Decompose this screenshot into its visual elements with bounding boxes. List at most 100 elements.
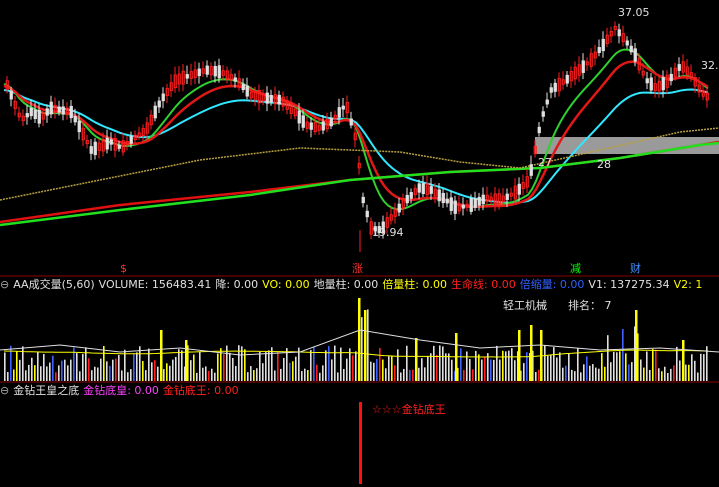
volume-spike [530, 325, 533, 381]
volume-bar [574, 371, 576, 381]
volume-bar [298, 347, 300, 381]
candle-body [337, 107, 341, 118]
volume-bar [592, 364, 594, 381]
volume-bar [43, 354, 45, 381]
volume-bar [397, 349, 399, 381]
volume-bar [463, 369, 465, 381]
volume-field: V1: 137275.34 [588, 278, 670, 291]
collapse-icon[interactable]: ⊖ [0, 384, 9, 397]
volume-bar [202, 367, 204, 381]
collapse-icon[interactable]: ⊖ [0, 278, 9, 291]
candle-body [601, 38, 605, 52]
volume-bar [508, 350, 510, 381]
candle-body [545, 99, 549, 105]
volume-bar [61, 360, 63, 381]
volume-bar [550, 354, 552, 381]
candle-body [297, 110, 301, 124]
volume-bar [103, 345, 105, 381]
candle-body [49, 101, 53, 115]
candle-body [581, 60, 585, 73]
volume-fields: VOLUME: 156483.41 降: 0.00 VO: 0.00 地量柱: 0.0… [99, 278, 707, 291]
volume-bar [376, 358, 378, 381]
volume-bar [172, 359, 174, 381]
volume-bar [268, 350, 270, 381]
signal-bar [359, 402, 362, 484]
candle-body [265, 92, 269, 104]
price-chart[interactable] [0, 21, 719, 252]
volume-bar [388, 356, 390, 381]
volume-bar [694, 360, 696, 381]
volume-bar [619, 351, 621, 381]
volume-bar [496, 345, 498, 381]
volume-bar [316, 364, 318, 381]
volume-bar [391, 356, 393, 381]
volume-bar [406, 345, 408, 381]
candle-body [217, 65, 221, 79]
volume-bar [664, 366, 666, 381]
volume-field: VO: 0.00 [262, 278, 310, 291]
volume-bar [685, 364, 687, 381]
bottom-field: 金钻底皇: 0.00 [83, 384, 159, 397]
candle-body [109, 139, 113, 145]
candle-body [529, 164, 533, 176]
volume-bar [211, 368, 213, 381]
chart-canvas [0, 21, 719, 484]
ma-red-line [3, 60, 709, 209]
candle-body [197, 68, 201, 77]
volume-bar [544, 345, 546, 381]
rank-label: 排名： 7 [568, 297, 612, 313]
candle-body [565, 74, 569, 84]
volume-bar [484, 356, 486, 381]
volume-bar [97, 367, 99, 381]
industry-label: 轻工机械 [503, 299, 547, 312]
volume-bar [538, 369, 540, 381]
volume-bar [229, 352, 231, 381]
candle-body [397, 203, 401, 213]
volume-bar [478, 354, 480, 381]
volume-bar [439, 345, 441, 381]
volume-bar [589, 365, 591, 381]
volume-bar [373, 362, 375, 381]
rank-text: 排名： [568, 299, 601, 312]
volume-bar [667, 372, 669, 381]
candle-body [645, 78, 649, 84]
volume-bar [613, 351, 615, 381]
volume-bar [607, 335, 609, 381]
candle-body [9, 90, 13, 100]
candle-body [677, 64, 681, 71]
candle-body [117, 144, 121, 149]
volume-bar [208, 371, 210, 381]
volume-spike [364, 310, 367, 381]
volume-field: VOLUME: 156483.41 [98, 278, 212, 291]
marker-jian: 减 [570, 262, 581, 275]
volume-bar [475, 350, 477, 381]
candle-body [549, 87, 553, 93]
candle-body [477, 196, 481, 206]
candle-body [541, 111, 545, 117]
volume-bar [118, 354, 120, 381]
volume-field: V2: 1 [673, 278, 703, 291]
volume-bar [349, 348, 351, 381]
candle-body [449, 197, 453, 211]
volume-bar [331, 359, 333, 381]
volume-bar [55, 372, 57, 381]
signal-chart[interactable] [359, 402, 362, 484]
volume-bar [640, 359, 642, 381]
volume-bar [601, 353, 603, 381]
volume-bar [499, 359, 501, 381]
volume-spike [518, 330, 521, 381]
volume-bar [469, 359, 471, 381]
volume-indicator-name[interactable]: AA成交量(5,60) [13, 278, 94, 291]
bottom-indicator-name[interactable]: 金钻王皇之底 [13, 384, 79, 397]
bottom-field: 金钻底王: 0.00 [162, 384, 239, 397]
volume-bar [556, 357, 558, 381]
candle-body [89, 146, 93, 154]
volume-bar [214, 372, 216, 381]
volume-bar [52, 355, 54, 381]
candle-body [469, 198, 473, 212]
candle-body [37, 109, 41, 124]
bottom-header: ⊖ 金钻王皇之底 金钻底皇: 0.00 金钻底王: 0.00 [0, 383, 719, 399]
volume-bar [445, 353, 447, 381]
volume-bar [658, 368, 660, 381]
volume-bar [217, 353, 219, 381]
